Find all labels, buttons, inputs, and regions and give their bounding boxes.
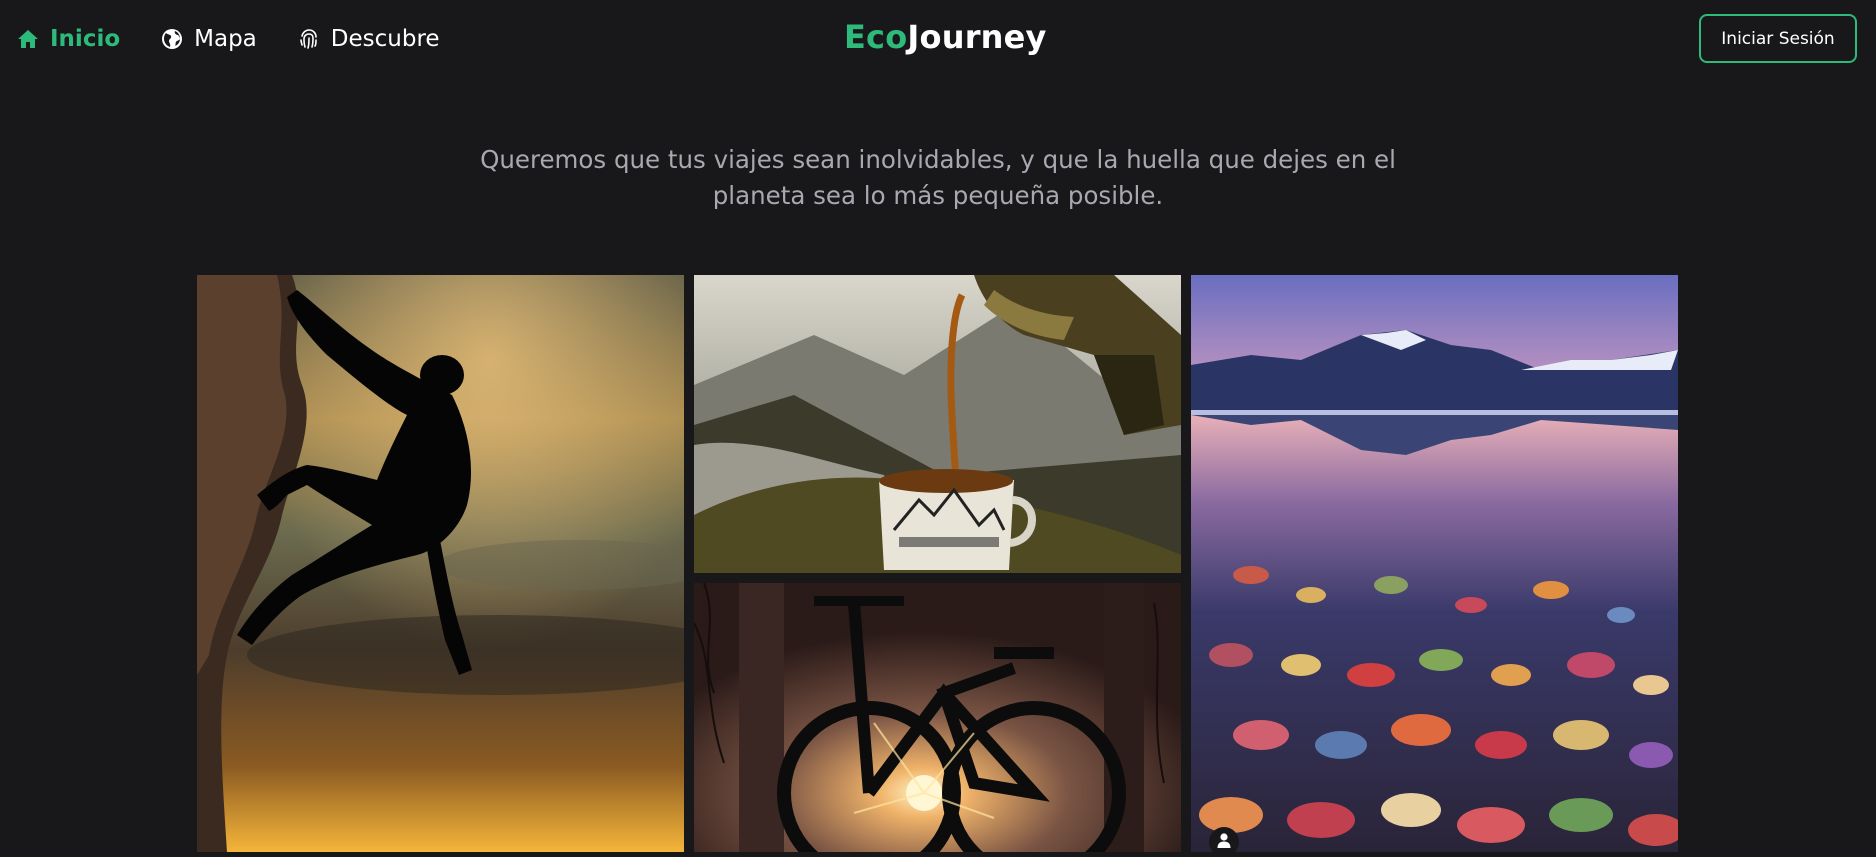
brand-logo-eco: Eco [844, 18, 908, 56]
gallery-photo-coffee[interactable] [694, 275, 1181, 573]
hero-tagline: Queremos que tus viajes sean inolvidable… [480, 145, 1396, 210]
gallery-photo-lake[interactable] [1191, 275, 1678, 852]
gallery-photo-bicycle[interactable] [694, 583, 1181, 852]
brand-logo-journey: Journey [907, 18, 1047, 56]
nav-item-descubre[interactable]: Descubre [297, 26, 440, 52]
nav-item-mapa[interactable]: Mapa [160, 26, 257, 52]
main-nav: Inicio Mapa Descubre [16, 22, 440, 56]
nav-item-label: Descubre [330, 26, 440, 52]
globe-icon [160, 27, 184, 51]
top-navbar: Inicio Mapa Descubre EcoJourney Iniciar … [0, 0, 1876, 80]
nav-item-label: Mapa [194, 26, 257, 52]
fingerprint-icon [297, 27, 321, 51]
nav-item-inicio[interactable]: Inicio [16, 26, 120, 52]
home-icon [16, 27, 40, 51]
login-button[interactable]: Iniciar Sesión [1699, 14, 1857, 63]
user-icon [1215, 831, 1233, 853]
brand-logo[interactable]: EcoJourney [844, 18, 1047, 56]
user-profile-button[interactable] [1209, 827, 1239, 857]
nav-item-label: Inicio [50, 26, 121, 52]
gallery-photo-climber[interactable] [197, 275, 684, 852]
